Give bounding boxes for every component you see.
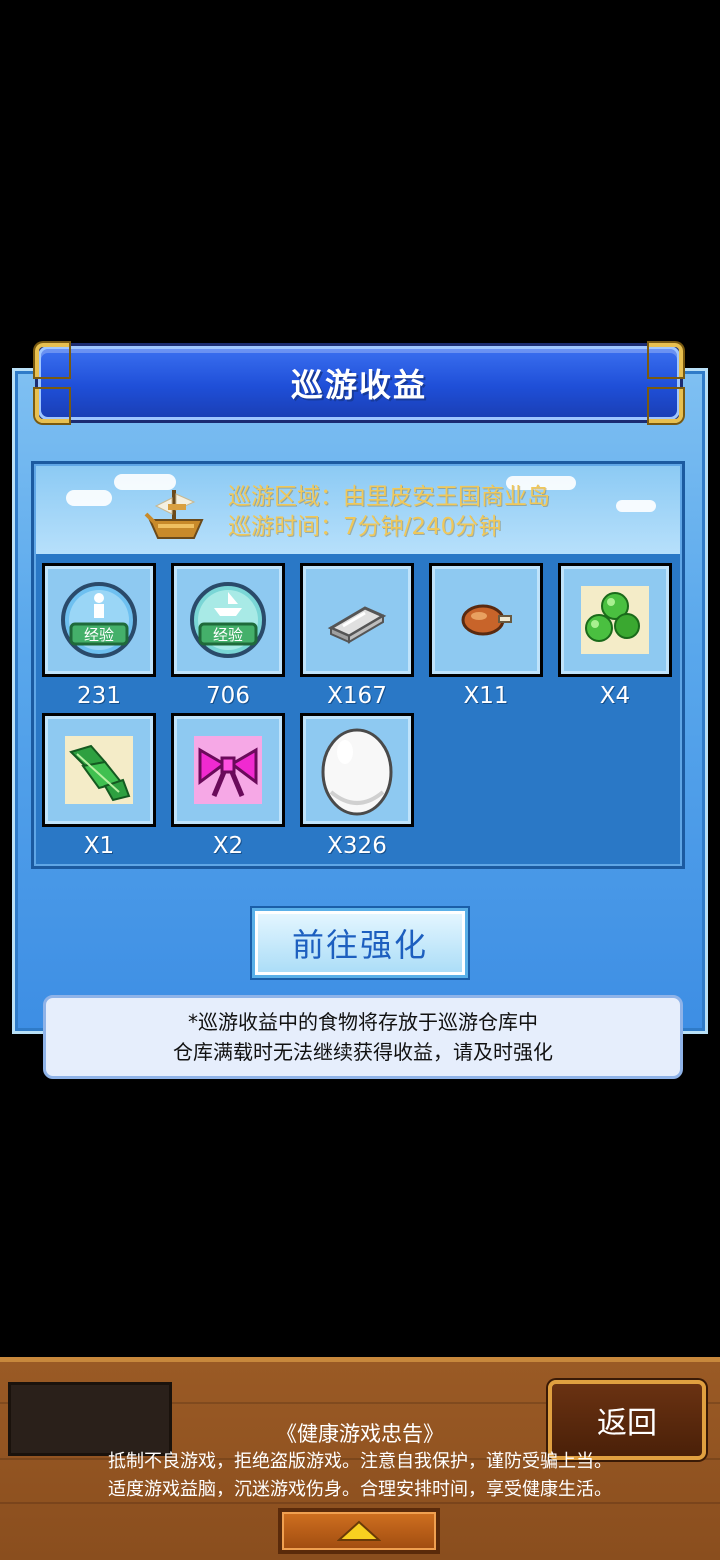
reward-item[interactable]: X1	[42, 713, 156, 861]
white-egg-icon	[321, 728, 393, 816]
note-line: *巡游收益中的食物将存放于巡游仓库中	[188, 1010, 538, 1034]
expand-up-button[interactable]	[278, 1508, 440, 1554]
pink-bow-icon	[194, 736, 262, 804]
reward-quantity: X4	[599, 683, 631, 709]
reward-item[interactable]: X11	[429, 563, 543, 711]
cruise-time-text: 巡游时间：7分钟/240分钟	[228, 514, 502, 540]
bottom-bar: 返回 《健康游戏忠告》 抵制不良游戏，拒绝盗版游戏。注意自我保护，谨防受骗上当。…	[0, 1357, 720, 1560]
reward-item[interactable]: X167	[300, 563, 414, 711]
health-notice-line: 适度游戏益脑，沉迷游戏伤身。合理安排时间，享受健康生活。	[108, 1479, 612, 1500]
ship-icon	[144, 490, 204, 539]
reward-quantity: X167	[327, 683, 387, 709]
reward-item[interactable]: 经验 231	[42, 563, 156, 711]
dialog-title: 巡游收益	[290, 366, 427, 404]
reward-quantity: 231	[77, 683, 121, 709]
exp-bubble-ship-icon: 经验	[190, 582, 266, 658]
exp-bubble-person-icon: 经验	[61, 582, 137, 658]
gold-corner-ornament	[35, 389, 69, 423]
health-notice-title: 《健康游戏忠告》	[276, 1422, 444, 1446]
storage-note: *巡游收益中的食物将存放于巡游仓库中 仓库满载时无法继续获得收益，请及时强化	[43, 995, 683, 1079]
go-enhance-button[interactable]: 前往强化	[252, 908, 468, 978]
green-peas-icon	[581, 586, 649, 654]
up-arrow-icon	[337, 1520, 381, 1541]
svg-text:经验: 经验	[213, 626, 243, 644]
reward-quantity: 706	[206, 683, 250, 709]
leafy-greens-icon	[65, 736, 133, 804]
gold-corner-ornament	[649, 343, 683, 377]
health-notice-line: 抵制不良游戏，拒绝盗版游戏。注意自我保护，谨防受骗上当。	[108, 1451, 612, 1472]
silver-ingot-icon	[327, 606, 387, 644]
reward-item[interactable]: 经验 706	[171, 563, 285, 711]
reward-quantity: X1	[83, 833, 115, 859]
gold-corner-ornament	[35, 343, 69, 377]
sky-banner: 巡游区域：由里皮安王国商业岛 巡游时间：7分钟/240分钟	[36, 466, 680, 554]
gold-corner-ornament	[649, 389, 683, 423]
dialog-title-bar: 巡游收益	[35, 343, 683, 423]
cruise-area-text: 巡游区域：由里皮安王国商业岛	[228, 484, 550, 510]
reward-item[interactable]: X2	[171, 713, 285, 861]
reward-quantity: X11	[463, 683, 509, 709]
reward-item[interactable]: X326	[300, 713, 414, 861]
reward-quantity: X326	[327, 833, 387, 859]
health-notice: 《健康游戏忠告》 抵制不良游戏，拒绝盗版游戏。注意自我保护，谨防受骗上当。 适度…	[0, 1420, 720, 1504]
cruise-info: 巡游区域：由里皮安王国商业岛 巡游时间：7分钟/240分钟	[228, 482, 550, 542]
roast-meat-icon	[461, 604, 512, 636]
svg-text:经验: 经验	[84, 626, 114, 644]
reward-item[interactable]: X4	[558, 563, 672, 711]
reward-quantity: X2	[212, 833, 244, 859]
go-enhance-label: 前往强化	[291, 926, 428, 964]
note-line: 仓库满载时无法继续获得收益，请及时强化	[173, 1040, 553, 1064]
